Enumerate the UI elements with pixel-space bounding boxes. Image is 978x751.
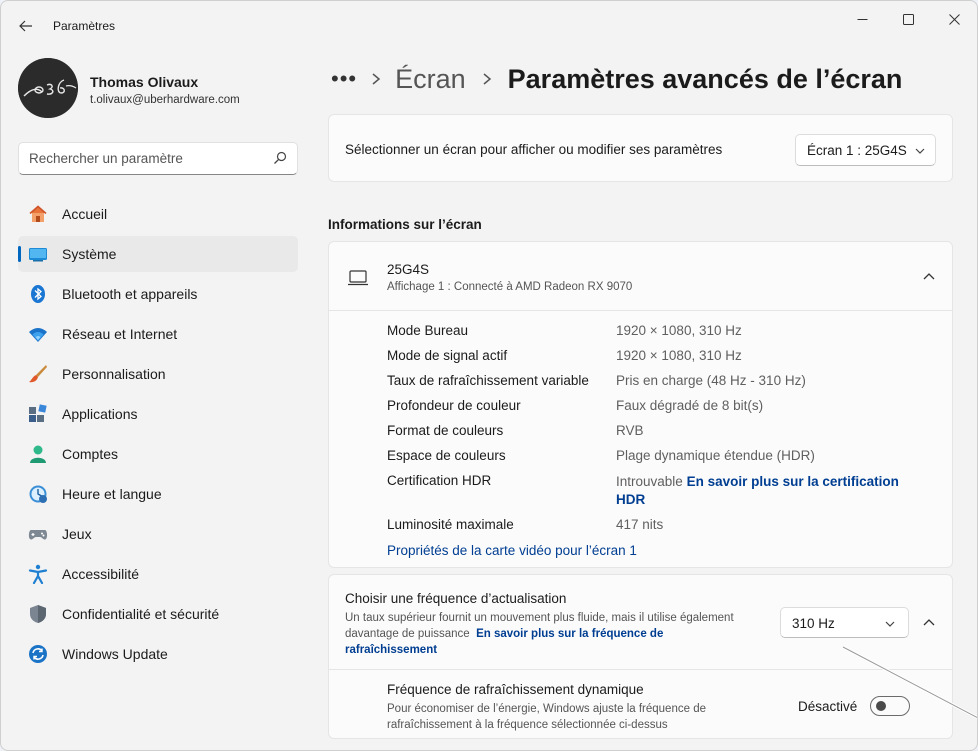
home-icon <box>29 205 47 222</box>
hdr-learn-more-link[interactable]: En savoir plus sur la certification <box>687 474 899 489</box>
refresh-rate-title: Choisir une fréquence d’actualisation <box>345 591 567 606</box>
info-label: Espace de couleurs <box>387 448 506 463</box>
search-box[interactable] <box>18 142 298 175</box>
hdr-status: Introuvable <box>616 474 683 489</box>
info-label: Taux de rafraîchissement variable <box>387 373 589 388</box>
gpu-properties-link[interactable]: Propriétés de la carte vidéo pour l’écra… <box>387 543 637 558</box>
bluetooth-icon <box>31 285 45 303</box>
avatar-signature-icon <box>18 58 78 118</box>
title-bar: Paramètres <box>1 1 977 49</box>
info-value: Pris en charge (48 Hz - 310 Hz) <box>616 373 806 388</box>
sidebar-item-accessibilite[interactable]: Accessibilité <box>18 556 298 592</box>
back-button[interactable] <box>13 13 39 39</box>
info-label: Profondeur de couleur <box>387 398 521 413</box>
chevron-right-icon <box>372 73 381 85</box>
info-value: RVB <box>616 423 644 438</box>
sidebar-item-personnalisation[interactable]: Personnalisation <box>18 356 298 392</box>
sidebar-item-applications[interactable]: Applications <box>18 396 298 432</box>
sidebar-item-heure-langue[interactable]: Heure et langue <box>18 476 298 512</box>
profile-name: Thomas Olivaux <box>90 74 199 90</box>
wifi-icon <box>29 328 47 342</box>
info-label: Mode de signal actif <box>387 348 508 363</box>
maximize-button[interactable] <box>885 7 931 31</box>
system-icon <box>29 248 47 262</box>
dynamic-refresh-state: Désactivé <box>798 699 858 714</box>
sidebar-item-windows-update[interactable]: Windows Update <box>18 636 298 672</box>
clock-globe-icon <box>29 485 47 503</box>
minimize-button[interactable] <box>839 7 885 31</box>
info-value: Faux dégradé de 8 bit(s) <box>616 398 764 413</box>
display-info-header[interactable]: 25G4S Affichage 1 : Connecté à AMD Radeo… <box>329 242 952 311</box>
section-title-info: Informations sur l’écran <box>328 217 482 232</box>
close-button[interactable] <box>931 7 977 31</box>
display-select-card: Sélectionner un écran pour afficher ou m… <box>328 114 953 182</box>
page-title: Paramètres avancés de l’écran <box>507 63 903 94</box>
refresh-rate-desc: Un taux supérieur fournit un mouvement p… <box>345 612 734 656</box>
info-value: 1920 × 1080, 310 Hz <box>616 323 742 338</box>
monitor-name: 25G4S <box>387 262 430 277</box>
search-input[interactable] <box>29 143 269 174</box>
shield-icon <box>30 605 46 623</box>
breadcrumb-parent-ecran[interactable]: Écran <box>395 64 466 95</box>
display-dropdown[interactable]: Écran 1 : 25G4S <box>795 134 936 166</box>
dynamic-refresh-title: Fréquence de rafraîchissement dynamique <box>387 682 644 697</box>
chevron-down-icon <box>915 148 925 154</box>
info-value: Plage dynamique étendue (HDR) <box>616 448 815 463</box>
sidebar-item-accueil[interactable]: Accueil <box>18 196 298 232</box>
search-icon[interactable] <box>273 151 287 165</box>
luminance-label: Luminosité maximale <box>387 517 514 532</box>
breadcrumb-more-button[interactable]: ••• <box>331 66 357 92</box>
gamepad-icon <box>28 530 48 540</box>
app-title: Paramètres <box>53 19 116 33</box>
chevron-up-icon[interactable] <box>922 270 936 284</box>
chevron-right-icon <box>483 73 491 85</box>
avatar[interactable] <box>18 58 78 118</box>
luminance-value: 417 nits <box>616 517 664 532</box>
apps-icon <box>29 404 47 422</box>
sidebar-item-systeme[interactable]: Système <box>18 236 298 272</box>
update-icon <box>29 645 47 663</box>
account-icon <box>30 445 46 463</box>
chevron-up-icon[interactable] <box>922 616 936 630</box>
display-select-label: Sélectionner un écran pour afficher ou m… <box>345 142 723 157</box>
sidebar-item-reseau[interactable]: Réseau et Internet <box>18 316 298 352</box>
sidebar-item-comptes[interactable]: Comptes <box>18 436 298 472</box>
info-value: 1920 × 1080, 310 Hz <box>616 348 742 363</box>
dynamic-refresh-toggle[interactable] <box>870 696 910 716</box>
settings-window: Paramètres Thomas Olivaux t.olivaux@uber… <box>0 0 978 751</box>
accessibility-icon <box>28 564 48 584</box>
minimize-icon <box>857 18 867 20</box>
brush-icon <box>29 365 47 383</box>
chevron-down-icon <box>885 621 895 627</box>
profile-email: t.olivaux@uberhardware.com <box>90 94 240 106</box>
toggle-knob <box>876 701 886 711</box>
display-dropdown-value: Écran 1 : 25G4S <box>807 143 907 158</box>
close-icon <box>948 13 960 25</box>
hdr-label: Certification HDR <box>387 473 492 488</box>
refresh-rate-header: Choisir une fréquence d’actualisation Un… <box>329 575 952 670</box>
laptop-icon <box>348 270 368 286</box>
hdr-learn-more-link-cont[interactable]: HDR <box>616 492 645 507</box>
hdr-value: Introuvable En savoir plus sur la certif… <box>616 474 899 489</box>
sidebar-item-bluetooth[interactable]: Bluetooth et appareils <box>18 276 298 312</box>
back-arrow-icon <box>19 20 32 32</box>
sidebar-item-confidentialite[interactable]: Confidentialité et sécurité <box>18 596 298 632</box>
info-label: Format de couleurs <box>387 423 504 438</box>
info-label: Mode Bureau <box>387 323 469 338</box>
sidebar-nav: Accueil Système Bluetooth et appareils R… <box>18 196 298 676</box>
refresh-rate-dropdown[interactable]: 310 Hz <box>780 607 909 638</box>
refresh-rate-value: 310 Hz <box>792 616 835 631</box>
maximize-icon <box>902 13 914 25</box>
refresh-rate-card: Choisir une fréquence d’actualisation Un… <box>328 574 953 739</box>
breadcrumb: ••• Écran Paramètres avancés de l’écran <box>331 59 902 99</box>
display-info-card: 25G4S Affichage 1 : Connecté à AMD Radeo… <box>328 241 953 568</box>
dynamic-refresh-desc: Pour économiser de l’énergie, Windows aj… <box>387 703 706 731</box>
monitor-connection: Affichage 1 : Connecté à AMD Radeon RX 9… <box>387 281 633 293</box>
sidebar-item-jeux[interactable]: Jeux <box>18 516 298 552</box>
